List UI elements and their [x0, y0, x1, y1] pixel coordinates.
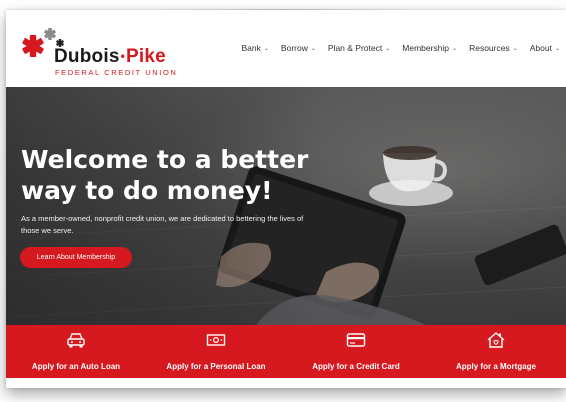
action-label: Apply for an Auto Loan — [31, 362, 121, 371]
nav-item-label: Borrow — [280, 43, 308, 53]
apply-personal-loan-button[interactable]: Apply for a Personal Loan — [146, 325, 286, 378]
action-label: Apply for a Credit Card — [312, 362, 400, 371]
nav-item-bank[interactable]: Bank ⌄ — [242, 43, 269, 53]
chevron-down-icon: ⌄ — [512, 45, 518, 52]
apply-credit-card-button[interactable]: Apply for a Credit Card — [286, 325, 426, 378]
nav-item-resources[interactable]: Resources ⌄ — [469, 43, 518, 53]
quick-actions-bar: Apply for an Auto Loan Apply for a Perso… — [6, 325, 566, 378]
hero-subtitle: As a member-owned, nonprofit credit unio… — [21, 214, 304, 235]
nav-item-membership[interactable]: Membership ⌄ — [402, 43, 457, 53]
brand-separator: • — [120, 49, 125, 63]
nav-item-label: Plan & Protect — [327, 43, 383, 53]
site-header: Dubois•Pike FEDERAL CREDIT UNION Bank ⌄ … — [6, 10, 566, 87]
nav-item-plan-protect[interactable]: Plan & Protect ⌄ — [328, 43, 390, 53]
learn-about-membership-button[interactable]: Learn About Membership — [20, 247, 132, 268]
page-frame: Dubois•Pike FEDERAL CREDIT UNION Bank ⌄ … — [6, 10, 566, 388]
brand-tagline: FEDERAL CREDIT UNION — [55, 68, 178, 77]
logo[interactable]: Dubois•Pike FEDERAL CREDIT UNION — [20, 26, 180, 77]
brand-name-part1: Dubois — [54, 46, 120, 67]
chevron-down-icon: ⌄ — [554, 45, 560, 52]
nav-item-label: Bank — [241, 43, 261, 53]
nav-item-label: Resources — [469, 43, 510, 53]
action-label: Apply for a Personal Loan — [166, 362, 266, 371]
nav-item-label: Membership — [402, 43, 450, 53]
chevron-down-icon: ⌄ — [385, 45, 391, 52]
chevron-down-icon: ⌄ — [310, 45, 316, 52]
cash-icon — [206, 334, 226, 346]
brand-name-part2: Pike — [126, 46, 166, 67]
nav-item-label: About — [529, 43, 552, 53]
action-label: Apply for a Mortgage — [455, 362, 536, 371]
apply-mortgage-button[interactable]: Apply for a Mortgage — [426, 325, 566, 378]
nav-item-borrow[interactable]: Borrow ⌄ — [281, 43, 316, 53]
chevron-down-icon: ⌄ — [263, 45, 269, 52]
page-bottom-strip — [6, 378, 566, 388]
chevron-down-icon: ⌄ — [452, 45, 458, 52]
apply-auto-loan-button[interactable]: Apply for an Auto Loan — [6, 325, 146, 378]
hero-title: Welcome to a better way to do money! — [21, 145, 309, 205]
nav-item-about[interactable]: About ⌄ — [530, 43, 560, 53]
hero-photo — [6, 87, 566, 325]
credit-card-icon — [346, 333, 366, 347]
hero-banner: Welcome to a better way to do money! As … — [6, 87, 566, 325]
car-icon — [67, 333, 85, 348]
brand-name: Dubois•Pike — [54, 46, 166, 68]
main-nav: Bank ⌄ Borrow ⌄ Plan & Protect ⌄ Members… — [242, 43, 560, 53]
house-icon — [487, 332, 505, 348]
